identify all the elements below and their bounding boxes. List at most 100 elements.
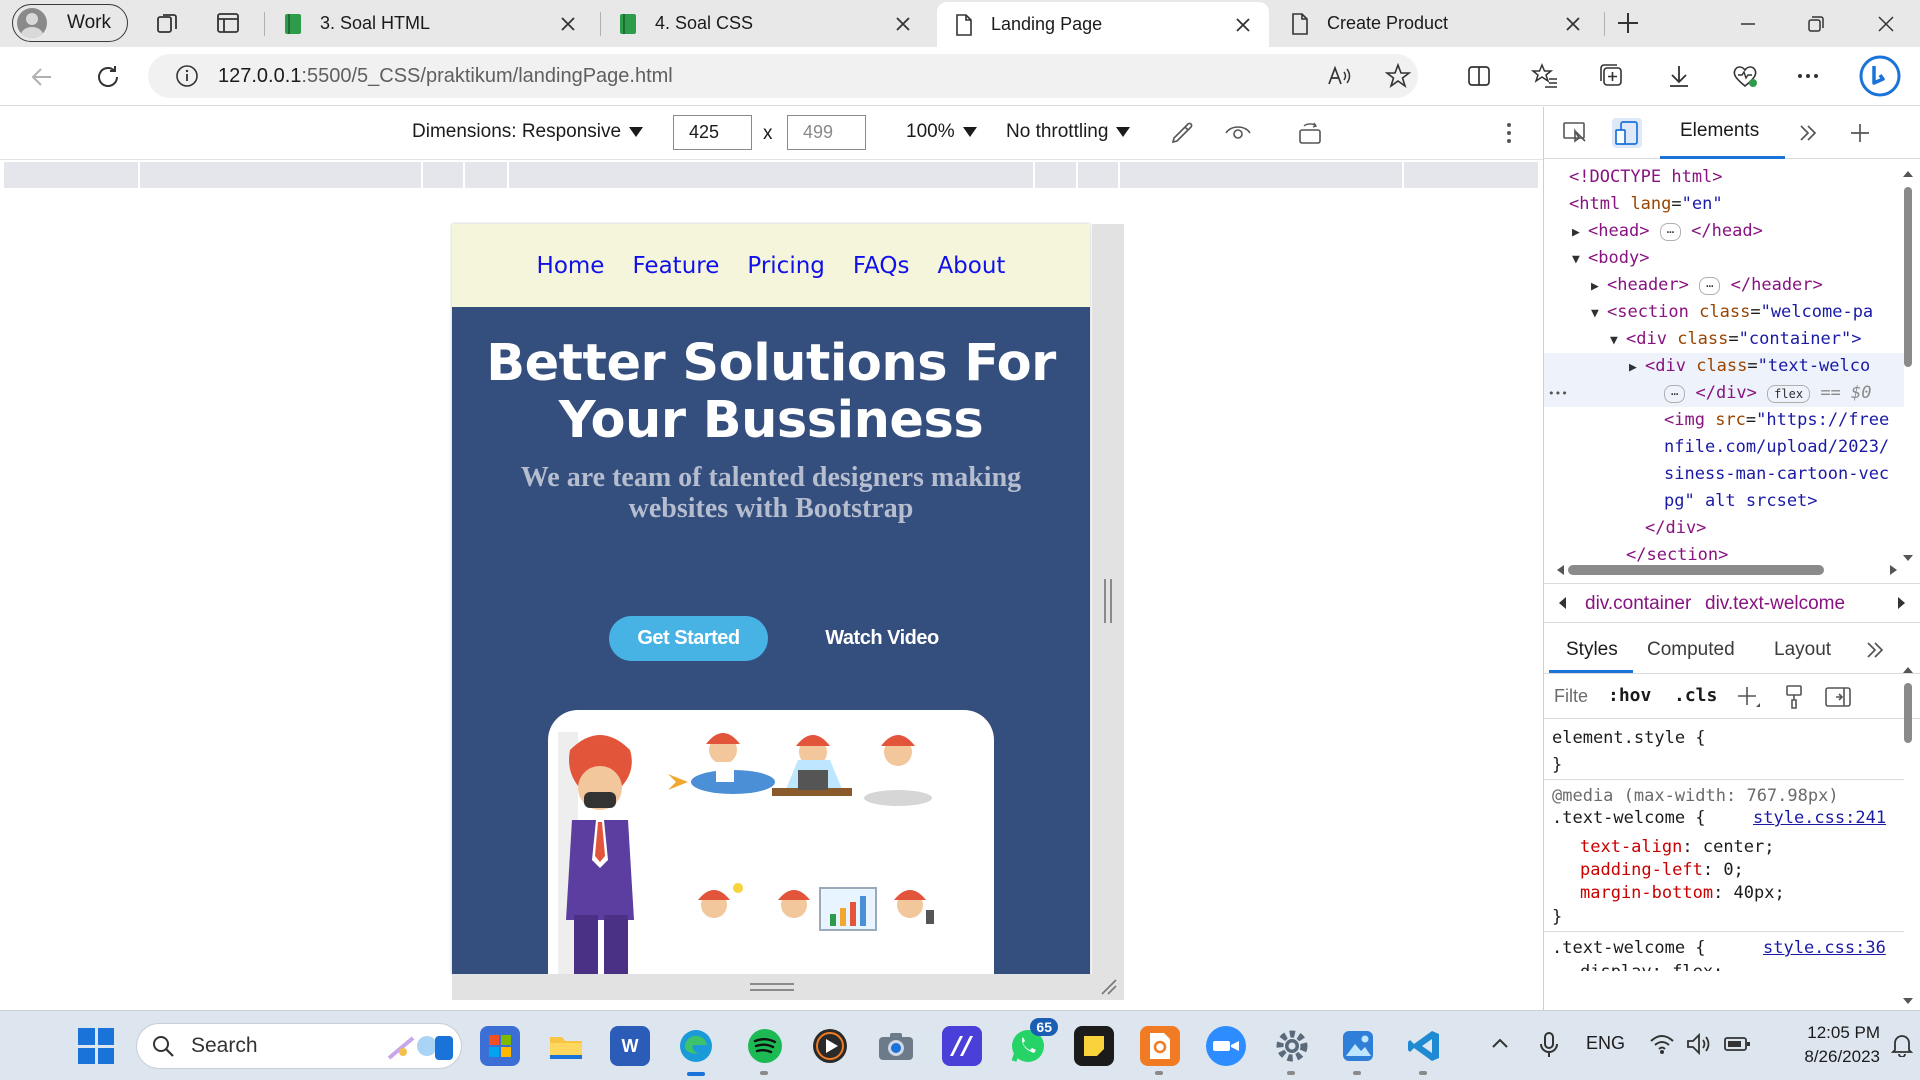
filter-input[interactable]: Filte [1554, 686, 1588, 707]
sticky-notes-icon[interactable] [1074, 1026, 1114, 1066]
collapsed-ellipsis[interactable]: ⋯ [1659, 223, 1681, 241]
favorites-icon[interactable] [1528, 59, 1562, 93]
tab-elements[interactable]: Elements [1680, 120, 1759, 142]
dom-node-line[interactable]: ⋯ </div> flex == $0 ••• [1544, 380, 1904, 407]
close-window-icon[interactable] [1858, 0, 1914, 47]
browser-essentials-icon[interactable] [1728, 59, 1762, 93]
nav-about-link[interactable]: About [937, 253, 1005, 279]
show-hidden-icons-icon[interactable] [1490, 1036, 1510, 1050]
info-icon[interactable] [174, 63, 200, 89]
tab-layout[interactable]: Layout [1774, 639, 1831, 661]
camera-icon[interactable] [876, 1026, 916, 1066]
device-toolbar-toggle-icon[interactable] [1612, 118, 1642, 148]
close-icon[interactable] [1561, 12, 1585, 36]
wifi-icon[interactable] [1649, 1033, 1675, 1055]
photos-icon[interactable] [1338, 1026, 1378, 1066]
dom-node-line[interactable]: ▶ <head> ⋯ </head> [1544, 218, 1904, 245]
collections-icon[interactable] [1595, 59, 1629, 93]
dom-node-line[interactable]: <html lang="en" [1544, 191, 1904, 218]
dom-node-line[interactable]: ▶ <div class="text-welco [1544, 353, 1904, 380]
collapsed-ellipsis[interactable]: ⋯ [1664, 385, 1686, 403]
media-player-icon[interactable] [810, 1026, 850, 1066]
nav-home-link[interactable]: Home [537, 253, 605, 279]
favorite-star-icon[interactable] [1384, 62, 1412, 90]
volume-icon[interactable] [1685, 1032, 1711, 1056]
css-declaration[interactable]: margin-bottom: 40px; [1580, 882, 1785, 904]
dom-node-line[interactable]: pg" alt srcset> [1544, 488, 1904, 515]
minimize-icon[interactable] [1720, 0, 1776, 47]
bing-copilot-icon[interactable] [1856, 52, 1904, 100]
height-input[interactable]: 499 [787, 115, 866, 150]
notifications-icon[interactable] [1890, 1033, 1914, 1057]
dom-node-line[interactable]: ▼ <div class="container"> [1544, 326, 1904, 353]
close-icon[interactable] [891, 12, 915, 36]
node-actions-icon[interactable]: ••• [1548, 380, 1568, 407]
css-declaration[interactable]: padding-left: 0; [1580, 859, 1744, 881]
expand-triangle-icon[interactable]: ▼ [1610, 327, 1626, 354]
dom-node-line[interactable]: nfile.com/upload/2023/ [1544, 434, 1904, 461]
width-input[interactable]: 425 [673, 115, 752, 150]
stylesheet-link[interactable]: style.css:241 [1753, 807, 1886, 829]
device-toolbar-more-icon[interactable] [1494, 118, 1524, 148]
dom-horizontal-scrollbar[interactable] [1554, 562, 1904, 578]
microphone-icon[interactable] [1538, 1031, 1560, 1059]
collapsed-ellipsis[interactable]: ⋯ [1699, 277, 1721, 295]
close-icon[interactable] [1231, 13, 1255, 37]
css-declaration[interactable]: display: flex; [1580, 961, 1723, 971]
new-rule-icon[interactable] [1736, 685, 1762, 711]
refresh-icon[interactable] [91, 60, 125, 94]
dom-node-line[interactable]: </section> [1544, 542, 1904, 564]
eyedropper-icon[interactable] [1167, 118, 1197, 148]
dom-node-line[interactable]: siness-man-cartoon-vec [1544, 461, 1904, 488]
dom-node-line[interactable]: </div> [1544, 515, 1904, 542]
edge-browser-icon[interactable] [676, 1026, 716, 1066]
paint-brush-icon[interactable] [1782, 684, 1806, 710]
expand-triangle-icon[interactable]: ▶ [1629, 354, 1645, 381]
dimensions-dropdown[interactable]: Dimensions: Responsive [412, 121, 644, 143]
url-bar[interactable]: 127.0.0.1:5500/5_CSS/praktikum/landingPa… [148, 54, 1418, 98]
system-clock[interactable]: 12:05 PM 8/26/2023 [1770, 1021, 1880, 1069]
hov-toggle[interactable]: :hov [1608, 685, 1651, 706]
tab-computed[interactable]: Computed [1647, 639, 1735, 661]
cls-toggle[interactable]: .cls [1674, 685, 1717, 706]
spotify-icon[interactable] [745, 1026, 785, 1066]
split-screen-icon[interactable] [1462, 59, 1496, 93]
language-indicator[interactable]: ENG [1586, 1033, 1625, 1054]
resize-handle-right[interactable] [1092, 224, 1124, 974]
zoom-dropdown[interactable]: 100% [906, 121, 977, 143]
expand-triangle-icon[interactable]: ▶ [1572, 219, 1588, 246]
vision-deficiency-icon[interactable] [1223, 118, 1253, 148]
dom-vertical-scrollbar[interactable] [1902, 167, 1914, 567]
more-options-icon[interactable] [1791, 59, 1825, 93]
nav-faqs-link[interactable]: FAQs [853, 253, 910, 279]
back-arrow-icon[interactable] [25, 60, 59, 94]
breadcrumb-text-welcome[interactable]: div.text-welcome [1705, 593, 1845, 615]
microsoft-store-icon[interactable] [480, 1026, 520, 1066]
dom-tree[interactable]: <!DOCTYPE html> <html lang="en" ▶ <head> ⋯ … [1544, 164, 1904, 564]
more-tabs-chevron-icon[interactable] [1793, 118, 1823, 148]
toggle-sidebar-icon[interactable] [1824, 685, 1852, 709]
inspect-element-icon[interactable] [1560, 118, 1590, 148]
dom-node-line[interactable]: ▼ <section class="welcome-pa [1544, 299, 1904, 326]
nav-pricing-link[interactable]: Pricing [747, 253, 825, 279]
settings-gear-icon[interactable] [1272, 1026, 1312, 1066]
download-icon[interactable] [1662, 59, 1696, 93]
word-icon[interactable]: W [610, 1026, 650, 1066]
profile-button[interactable]: Work [12, 4, 128, 42]
expand-triangle-icon[interactable]: ▶ [1591, 273, 1607, 300]
vscode-icon[interactable] [1404, 1026, 1444, 1066]
file-explorer-icon[interactable] [546, 1026, 586, 1066]
whatsapp-icon[interactable]: 65 [1008, 1018, 1058, 1066]
zoom-icon[interactable] [1206, 1026, 1246, 1066]
battery-icon[interactable] [1723, 1035, 1751, 1053]
flex-badge[interactable]: flex [1767, 385, 1811, 403]
rotate-device-icon[interactable] [1295, 118, 1325, 148]
resize-handle-bottom[interactable] [452, 974, 1124, 1000]
read-aloud-icon[interactable] [1325, 62, 1353, 90]
tab-styles[interactable]: Styles [1566, 639, 1618, 661]
expand-triangle-icon[interactable]: ▼ [1591, 300, 1607, 327]
tab-landing-page[interactable]: Landing Page [937, 2, 1269, 47]
throttling-dropdown[interactable]: No throttling [1006, 121, 1131, 143]
nav-feature-link[interactable]: Feature [632, 253, 719, 279]
dom-node-line[interactable]: ▶ <header> ⋯ </header> [1544, 272, 1904, 299]
